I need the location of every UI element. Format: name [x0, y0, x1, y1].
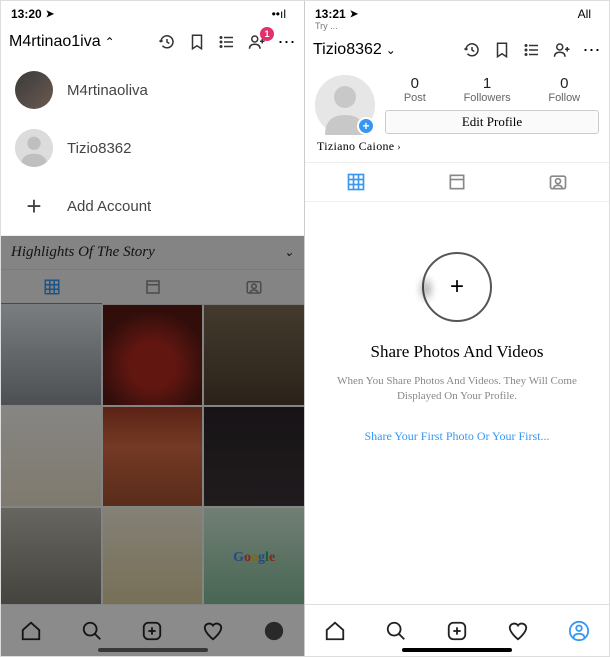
add-account-row[interactable]: + Add Account	[1, 177, 304, 235]
add-story-badge-icon[interactable]: +	[357, 117, 375, 135]
tab-tagged[interactable]	[508, 163, 609, 201]
location-icon: ➤	[350, 9, 358, 20]
home-indicator[interactable]	[98, 648, 208, 652]
add-account-label: Add Account	[67, 198, 151, 215]
archive-icon[interactable]	[158, 33, 176, 51]
status-bar: 13:20 ➤ ••ıl	[1, 1, 304, 23]
photo-cell[interactable]	[103, 305, 203, 405]
account-name: Tizio8362	[67, 140, 131, 157]
status-bar: 13:21 ➤ All	[305, 1, 609, 23]
photo-cell[interactable]	[1, 407, 101, 507]
empty-subtitle: When You Share Photos And Videos. They W…	[325, 374, 589, 405]
truncated-text: Try ...	[305, 21, 609, 31]
empty-state-icon: +	[422, 252, 492, 322]
archive-icon[interactable]	[463, 41, 481, 59]
photo-cell[interactable]: Google	[204, 508, 304, 608]
empty-state: + Share Photos And Videos When You Share…	[305, 202, 609, 444]
home-indicator[interactable]	[402, 648, 512, 652]
account-name: M4rtinaoliva	[67, 82, 148, 99]
header-username: Tizio8362	[313, 41, 382, 59]
google-logo: Google	[233, 550, 275, 566]
account-row-0[interactable]: M4rtinaoliva	[1, 61, 304, 119]
avatar	[15, 71, 53, 109]
photo-cell[interactable]	[1, 508, 101, 608]
photo-cell[interactable]	[204, 407, 304, 507]
share-first-link[interactable]: Share Your First Photo Or Your First...	[325, 429, 589, 444]
nav-add-icon[interactable]	[445, 619, 469, 643]
username-switcher[interactable]: Tizio8362 ⌄	[313, 41, 396, 59]
nav-add-icon[interactable]	[140, 619, 164, 643]
account-row-1[interactable]: Tizio8362	[1, 119, 304, 177]
nav-home-icon[interactable]	[323, 619, 347, 643]
plus-icon: +	[15, 187, 53, 225]
nav-search-icon[interactable]	[384, 619, 408, 643]
nav-profile-icon[interactable]	[567, 619, 591, 643]
highlights-header[interactable]: Highlights Of The Story ⌄	[1, 236, 304, 269]
signal-icon: ••ıl	[272, 7, 286, 21]
tab-grid[interactable]	[1, 270, 102, 304]
nav-activity-icon[interactable]	[201, 619, 225, 643]
nav-profile-icon[interactable]	[262, 619, 286, 643]
chevron-down-icon: ⌄	[386, 43, 396, 57]
stat-posts[interactable]: 0Post	[404, 75, 426, 104]
profile-avatar[interactable]: +	[315, 75, 375, 135]
tab-grid[interactable]	[305, 163, 406, 201]
tab-feed[interactable]	[102, 270, 203, 304]
header-username: M4rtinao1iva	[9, 33, 101, 51]
nav-search-icon[interactable]	[80, 619, 104, 643]
more-icon[interactable]: ⋯	[278, 33, 296, 51]
edit-profile-button[interactable]: Edit Profile	[385, 110, 599, 134]
bottom-nav	[305, 604, 609, 656]
display-name: Tiziano Caione	[305, 135, 609, 162]
discover-people-icon[interactable]	[553, 41, 571, 59]
status-time: 13:21	[315, 7, 346, 21]
chevron-down-icon: ⌄	[284, 245, 294, 260]
photo-cell[interactable]	[103, 407, 203, 507]
status-time: 13:20	[11, 7, 42, 21]
nav-activity-icon[interactable]	[506, 619, 530, 643]
profile-header: Tizio8362 ⌄ ⋯	[305, 31, 609, 69]
list-icon[interactable]	[523, 41, 541, 59]
profile-tabs	[1, 269, 304, 305]
username-switcher[interactable]: M4rtinao1iva ⌃	[9, 33, 115, 51]
nav-home-icon[interactable]	[19, 619, 43, 643]
location-icon: ➤	[46, 9, 54, 20]
highlights-label: Highlights Of The Story	[11, 244, 155, 261]
bookmark-icon[interactable]	[188, 33, 206, 51]
account-switcher-dropdown: M4rtinaoliva Tizio8362 + Add Account	[1, 61, 304, 236]
bookmark-icon[interactable]	[493, 41, 511, 59]
chevron-up-icon: ⌃	[105, 35, 115, 49]
photo-grid: Google	[1, 305, 304, 608]
empty-title: Share Photos And Videos	[325, 342, 589, 362]
bottom-nav	[1, 604, 304, 656]
profile-summary: + 0Post 1Followers 0Follow Edit Profile	[305, 69, 609, 135]
list-icon[interactable]	[218, 33, 236, 51]
profile-tabs	[305, 162, 609, 202]
photo-cell[interactable]	[103, 508, 203, 608]
carrier-label: All	[578, 7, 591, 21]
notification-badge: 1	[260, 27, 274, 41]
photo-cell[interactable]	[1, 305, 101, 405]
avatar-placeholder-icon	[15, 129, 53, 167]
discover-people-icon[interactable]: 1	[248, 33, 266, 51]
stat-followers[interactable]: 1Followers	[464, 75, 511, 104]
more-icon[interactable]: ⋯	[583, 41, 601, 59]
photo-cell[interactable]	[204, 305, 304, 405]
tab-tagged[interactable]	[203, 270, 304, 304]
profile-header: M4rtinao1iva ⌃ 1 ⋯	[1, 23, 304, 61]
stat-following[interactable]: 0Follow	[548, 75, 580, 104]
tab-feed[interactable]	[406, 163, 507, 201]
